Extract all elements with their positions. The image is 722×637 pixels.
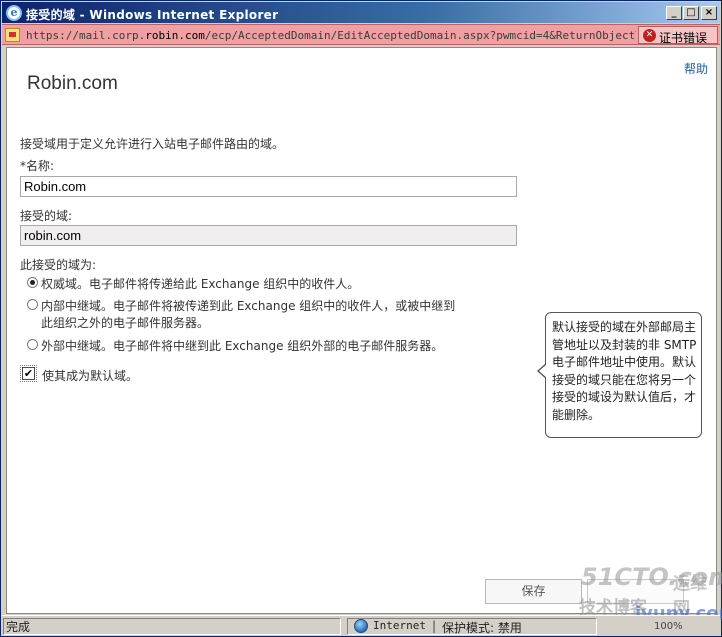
radio-button[interactable] (27, 299, 38, 310)
zoom-level[interactable]: 100% (654, 621, 683, 632)
radio-authoritative-label: 权威域。电子邮件将传递给此 Exchange 组织中的收件人。 (41, 277, 360, 291)
certificate-error-label: 证书错误 (659, 31, 708, 45)
radio-button[interactable] (27, 339, 38, 350)
status-pane (3, 618, 341, 635)
page-content: 帮助 Robin.com 接受域用于定义允许进行入站电子邮件路由的域。 *名称:… (6, 47, 717, 614)
close-button[interactable]: × (701, 6, 717, 20)
protected-mode-label[interactable]: 保护模式: 禁用 (442, 619, 522, 636)
shield-x-icon: ✕ (643, 29, 656, 42)
browser-window: e 接受的域 - Windows Internet Explorer _ □ ×… (0, 0, 722, 637)
radio-internal-relay-label-cont: 此组织之外的电子邮件服务器。 (41, 316, 210, 330)
help-tooltip: 默认接受的域在外部邮局主管地址以及封装的非 SMTP 电子邮件地址中使用。默认接… (537, 312, 702, 438)
certificate-error-button[interactable]: ✕ 证书错误 (638, 26, 718, 45)
zone-label: Internet (373, 619, 426, 632)
maximize-button[interactable]: □ (683, 6, 699, 20)
status-bar: 完成 Internet | 保护模式: 禁用 100% (2, 615, 720, 636)
accepted-domain-field[interactable]: robin.com (20, 225, 517, 246)
minimize-button[interactable]: _ (666, 6, 682, 20)
status-text: 完成 (6, 620, 31, 634)
help-link[interactable]: 帮助 (684, 60, 708, 77)
accepted-domain-label: 接受的域: (20, 209, 73, 223)
globe-icon (354, 619, 368, 633)
page-title: Robin.com (27, 73, 118, 94)
default-domain-checkbox[interactable]: ✔ (20, 365, 37, 382)
title-bar: e 接受的域 - Windows Internet Explorer _ □ × (2, 2, 720, 23)
name-label: *名称: (20, 159, 55, 173)
ie-logo-icon: e (6, 5, 22, 21)
url-host: robin.com (145, 29, 205, 42)
cancel-button[interactable] (587, 579, 684, 604)
url-prefix: https://mail.corp. (26, 29, 146, 42)
description-text: 接受域用于定义允许进行入站电子邮件路由的域。 (20, 137, 285, 151)
page-icon (5, 28, 20, 42)
radio-button-selected[interactable] (27, 277, 38, 288)
name-field[interactable]: Robin.com (20, 176, 517, 197)
address-bar[interactable]: https://mail.corp.robin.com/ecp/Accepted… (2, 24, 720, 45)
status-separator: | (432, 619, 437, 633)
save-button[interactable]: 保存 (485, 579, 582, 604)
default-domain-label: 使其成为默认域。 (42, 369, 139, 383)
url-text[interactable]: https://mail.corp.robin.com/ecp/Accepted… (26, 29, 636, 42)
domain-type-label: 此接受的域为: (20, 258, 97, 272)
window-title: 接受的域 - Windows Internet Explorer (26, 8, 279, 22)
radio-external-relay-label: 外部中继域。电子邮件将中继到此 Exchange 组织外部的电子邮件服务器。 (41, 339, 444, 353)
radio-internal-relay-label: 内部中继域。电子邮件将被传递到此 Exchange 组织中的收件人，或被中继到 (41, 299, 456, 313)
url-path: /ecp/AcceptedDomain/EditAcceptedDomain.a… (204, 29, 636, 42)
